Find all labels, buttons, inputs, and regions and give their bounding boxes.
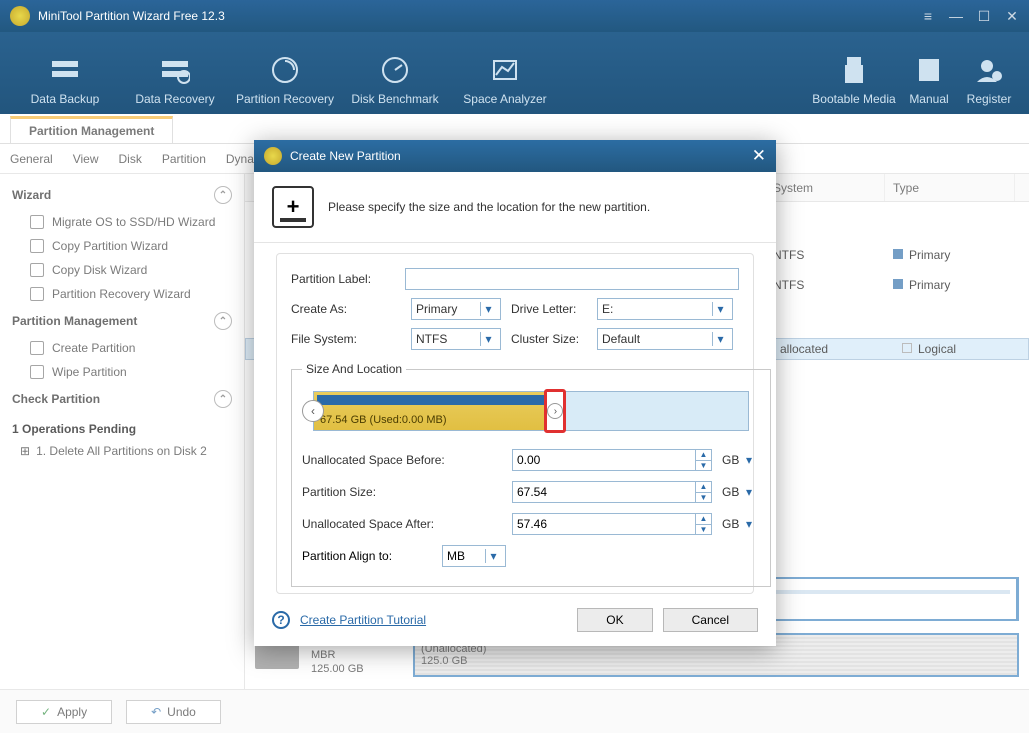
- menu-icon[interactable]: ≡: [921, 9, 935, 23]
- slider-track[interactable]: 67.54 GB (Used:0.00 MB) ›: [313, 391, 749, 431]
- create-as-select[interactable]: Primary▾: [411, 298, 501, 320]
- unalloc-after-input[interactable]: ▲▼: [512, 513, 712, 535]
- label-partition-label: Partition Label:: [291, 272, 405, 286]
- unit-dropdown[interactable]: ▾: [746, 485, 760, 499]
- minimize-button[interactable]: —: [949, 9, 963, 23]
- unit-dropdown[interactable]: ▾: [746, 453, 760, 467]
- manual-icon: [913, 54, 945, 86]
- slider-handle[interactable]: ›: [544, 389, 566, 433]
- usb-icon: [838, 54, 870, 86]
- tool-data-recovery[interactable]: Data Recovery: [120, 54, 230, 106]
- close-button[interactable]: ✕: [1005, 9, 1019, 23]
- label-cluster-size: Cluster Size:: [511, 332, 597, 346]
- ok-button[interactable]: OK: [577, 608, 652, 632]
- slider-left-button[interactable]: ‹: [302, 400, 324, 422]
- tool-partition-recovery[interactable]: Partition Recovery: [230, 54, 340, 106]
- maximize-button[interactable]: ☐: [977, 9, 991, 23]
- tool-data-backup[interactable]: Data Backup: [10, 54, 120, 106]
- dialog-subtitle: Please specify the size and the location…: [328, 200, 650, 214]
- spin-up-icon[interactable]: ▲: [696, 450, 711, 461]
- cancel-button[interactable]: Cancel: [663, 608, 758, 632]
- spin-up-icon[interactable]: ▲: [696, 514, 711, 525]
- backup-icon: [49, 54, 81, 86]
- label-file-system: File System:: [291, 332, 411, 346]
- tutorial-link[interactable]: Create Partition Tutorial: [300, 613, 426, 627]
- app-logo-icon: [10, 6, 30, 26]
- label-align: Partition Align to:: [302, 549, 442, 563]
- toolbar: Data Backup Data Recovery Partition Reco…: [0, 32, 1029, 114]
- spin-up-icon[interactable]: ▲: [696, 482, 711, 493]
- benchmark-icon: [379, 54, 411, 86]
- help-icon[interactable]: ?: [272, 611, 290, 629]
- size-legend: Size And Location: [302, 362, 406, 376]
- dialog-titlebar: Create New Partition ✕: [254, 140, 776, 172]
- partition-label-input[interactable]: [405, 268, 739, 290]
- spin-down-icon[interactable]: ▼: [696, 461, 711, 471]
- tool-space-analyzer[interactable]: Space Analyzer: [450, 54, 560, 106]
- chevron-down-icon: ▾: [480, 332, 496, 346]
- spin-down-icon[interactable]: ▼: [696, 525, 711, 535]
- tool-bootable-media[interactable]: Bootable Media: [809, 54, 899, 106]
- label-drive-letter: Drive Letter:: [511, 302, 597, 316]
- part-recovery-icon: [269, 54, 301, 86]
- titlebar: MiniTool Partition Wizard Free 12.3 ≡ — …: [0, 0, 1029, 32]
- dialog-icon: [264, 147, 282, 165]
- chevron-down-icon: ▾: [712, 302, 728, 316]
- tool-disk-benchmark[interactable]: Disk Benchmark: [340, 54, 450, 106]
- partition-add-icon: +: [272, 186, 314, 228]
- chevron-down-icon: ▾: [712, 332, 728, 346]
- chevron-down-icon: ▾: [485, 549, 501, 563]
- partition-size-input[interactable]: ▲▼: [512, 481, 712, 503]
- slider-fill: 67.54 GB (Used:0.00 MB): [314, 392, 548, 430]
- register-icon: [973, 54, 1005, 86]
- chevron-down-icon: ▾: [480, 302, 496, 316]
- unalloc-before-input[interactable]: ▲▼: [512, 449, 712, 471]
- label-partition-size: Partition Size:: [302, 485, 512, 499]
- size-location-fieldset: Size And Location ‹ 67.54 GB (Used:0.00 …: [291, 362, 771, 587]
- unit-dropdown[interactable]: ▾: [746, 517, 760, 531]
- cluster-size-select[interactable]: Default▾: [597, 328, 733, 350]
- dialog-title: Create New Partition: [290, 149, 401, 163]
- label-unalloc-after: Unallocated Space After:: [302, 517, 512, 531]
- size-slider[interactable]: ‹ 67.54 GB (Used:0.00 MB) › ›: [302, 388, 760, 434]
- recovery-icon: [159, 54, 191, 86]
- tool-manual[interactable]: Manual: [899, 54, 959, 106]
- chevron-right-icon: ›: [547, 403, 563, 419]
- drive-letter-select[interactable]: E:▾: [597, 298, 733, 320]
- slider-text: 67.54 GB (Used:0.00 MB): [320, 414, 447, 426]
- tool-register[interactable]: Register: [959, 54, 1019, 106]
- label-unalloc-before: Unallocated Space Before:: [302, 453, 512, 467]
- create-partition-dialog: Create New Partition ✕ + Please specify …: [254, 140, 776, 646]
- dialog-close-button[interactable]: ✕: [752, 146, 766, 166]
- align-select[interactable]: MB▾: [442, 545, 506, 567]
- file-system-select[interactable]: NTFS▾: [411, 328, 501, 350]
- spin-down-icon[interactable]: ▼: [696, 493, 711, 503]
- label-create-as: Create As:: [291, 302, 411, 316]
- app-title: MiniTool Partition Wizard Free 12.3: [38, 9, 921, 23]
- analyzer-icon: [489, 54, 521, 86]
